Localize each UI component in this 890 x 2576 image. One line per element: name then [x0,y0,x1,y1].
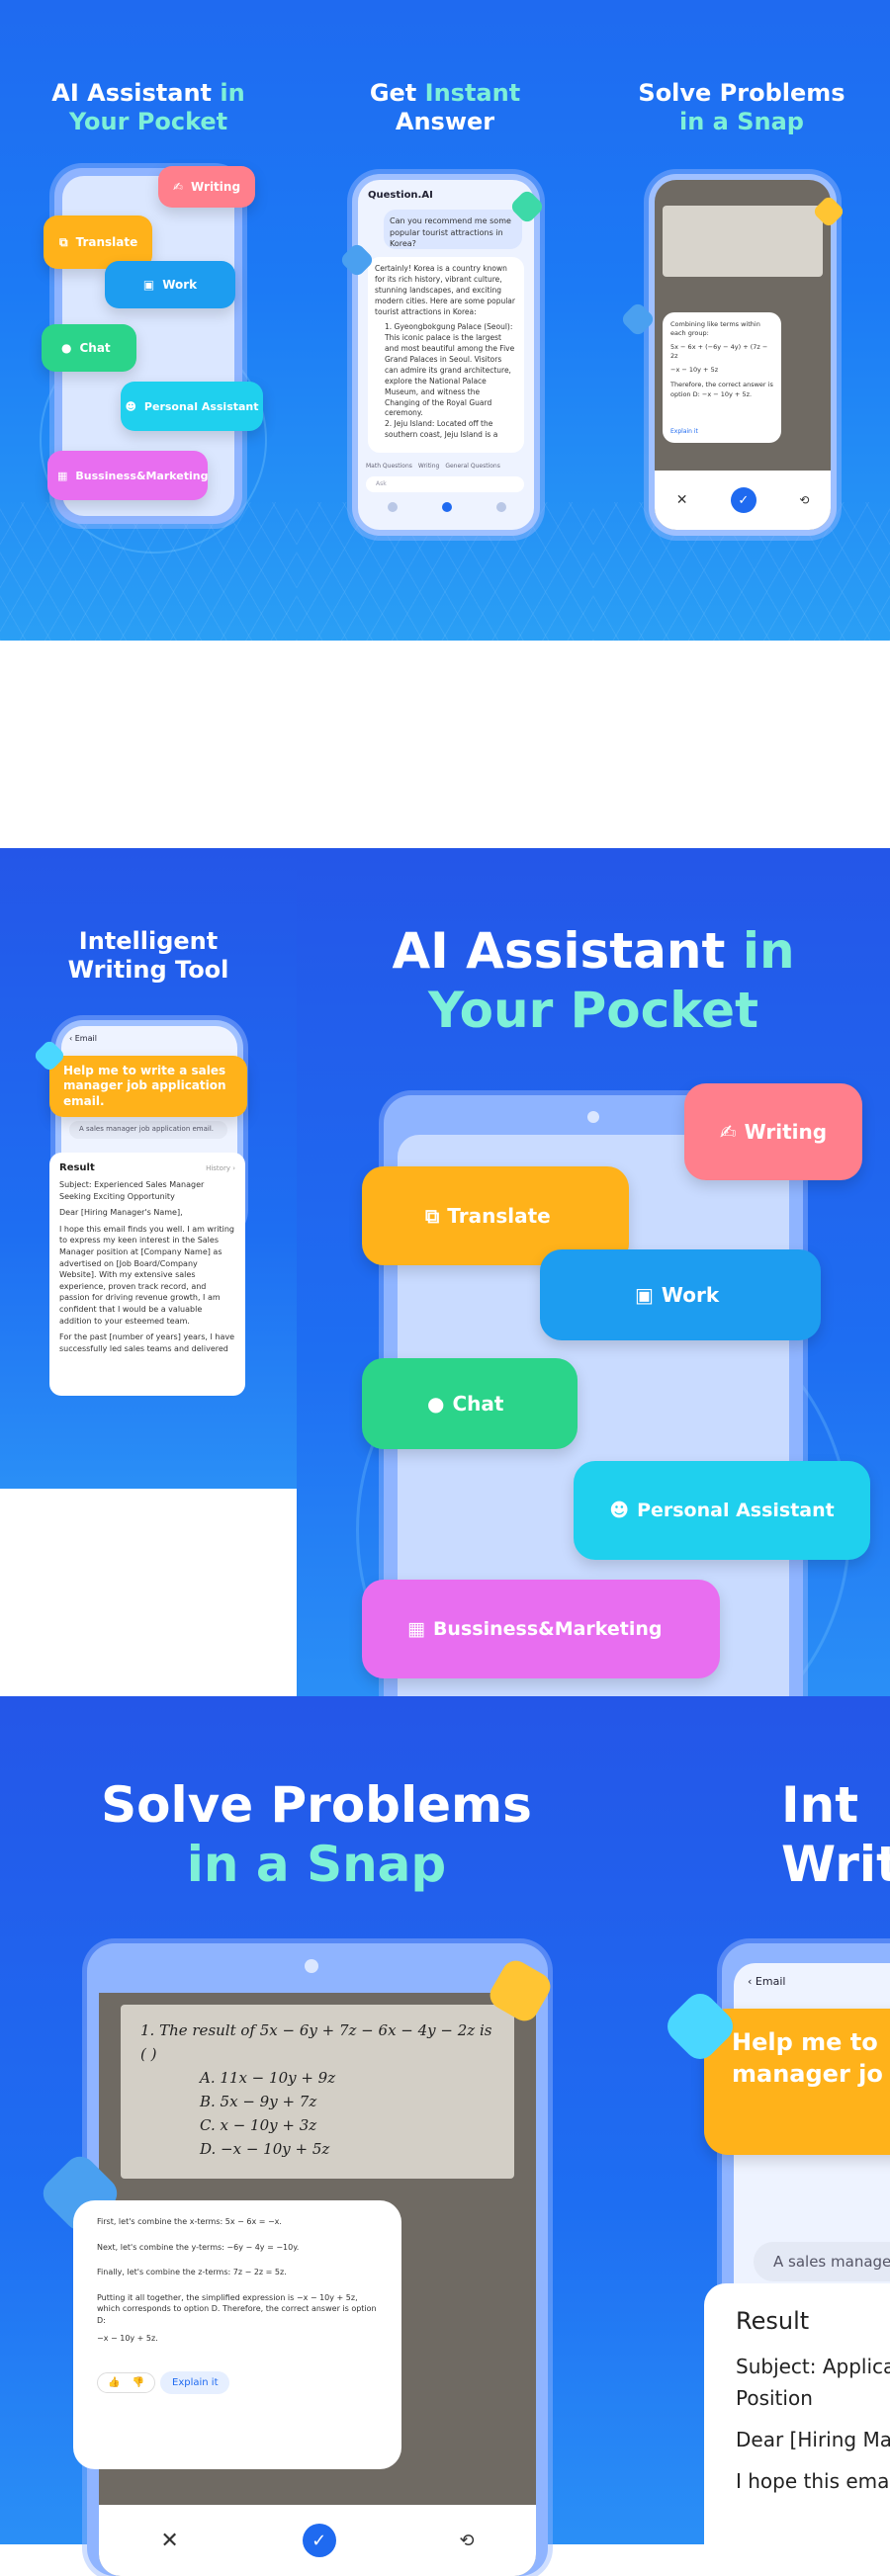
chart-icon: ▦ [407,1618,425,1640]
back-link[interactable]: ‹ Email [748,1975,785,1988]
explain-button[interactable]: Explain it [670,428,698,435]
prompt-input[interactable]: A sales manager job application email. [69,1121,227,1139]
panel-writing-large: Int Writ ‹ Email A sales manager Help me … [633,1696,890,2544]
camera-dot [305,1959,318,1973]
pen-icon: ✍ [172,180,183,194]
panel-writing-tool: Intelligent Writing Tool ‹ Email A sales … [0,848,297,1489]
panel-title: Solve Problems in a Snap [101,1776,532,1893]
translate-icon: ⧉ [59,234,68,249]
prompt-input[interactable]: A sales manager [754,2242,890,2281]
bottom-nav [388,502,506,512]
history-link[interactable]: History › [206,1164,235,1172]
feedback-group: 👍 👎 [97,2372,155,2394]
people-icon: ☻ [609,1500,630,1521]
answer-bubble: Certainly! Korea is a country known for … [368,257,524,453]
question-bubble: Can you recommend me some popular touris… [384,210,522,249]
panel-instant-answer: Get Instant Answer Question.AI Can you r… [297,0,593,641]
nav-dot[interactable] [388,502,398,512]
homework-photo [663,206,823,277]
work-pill: ▣ Work [540,1249,821,1340]
panel-title: Intelligent Writing Tool [67,927,229,984]
homework-photo: 1. The result of 5x − 6y + 7z − 6x − 4y … [121,2005,514,2179]
translate-icon: ⧉ [425,1204,440,1228]
camera-toolbar: ✕ ✓ ⟲ [99,2505,536,2576]
chart-icon: ▦ [57,469,68,482]
thumbs-down-icon[interactable]: 👎 [132,2377,143,2388]
tab-writing[interactable]: Writing [418,463,439,470]
close-icon[interactable]: ✕ [676,492,688,508]
result-heading: Result [59,1162,95,1173]
panel-ai-assistant-large: AI Assistant in Your Pocket ✍ Writing ⧉ Tr… [297,848,890,1777]
writing-pill: ✍ Writing [158,166,255,208]
ask-input[interactable]: Ask [366,476,524,492]
camera-toolbar: ✕ ✓ ⟲ [655,471,831,530]
explain-button[interactable]: Explain it [160,2371,230,2395]
panel-solve-large: Solve Problems in a Snap 1. The result of… [0,1696,633,2576]
rotate-icon[interactable]: ⟲ [799,493,809,507]
solution-card: Combining like terms within each group: … [663,312,781,443]
assistant-pill: ☻ Personal Assistant [574,1461,870,1560]
panel-ai-assistant: AI Assistant in Your Pocket ✍ Writing ⧉ Tr… [0,0,297,641]
result-heading: Result [736,2307,810,2335]
nav-dot[interactable] [496,502,506,512]
phone-mockup: Combining like terms within each group: … [649,174,837,536]
briefcase-icon: ▣ [635,1283,654,1307]
chat-pill: ● Chat [362,1358,578,1449]
close-icon[interactable]: ✕ [160,2529,178,2553]
camera-dot [587,1111,599,1123]
panel-title: AI Assistant in Your Pocket [392,922,795,1039]
writing-pill: ✍ Writing [684,1083,862,1180]
work-pill: ▣ Work [105,261,235,308]
panel-title: Solve Problems in a Snap [638,79,846,135]
solution-card: First, let's combine the x-terms: 5x − 6… [73,2200,401,2469]
business-pill: ▦ Bussiness&Marketing [47,451,208,500]
assistant-pill: ☻ Personal Assistant [121,382,263,431]
back-link[interactable]: ‹ Email [69,1034,97,1043]
result-card: Result History › Subject: Experienced Sa… [49,1153,245,1396]
rotate-icon[interactable]: ⟲ [459,2531,474,2551]
panel-title: Get Instant Answer [369,79,521,135]
chat-pill: ● Chat [42,324,136,372]
result-card: Result Subject: Applicat Position Dear [… [704,2283,890,2544]
category-tabs: Math Questions Writing General Questions [366,463,500,470]
phone-mockup: Question.AI Can you recommend me some po… [352,174,540,536]
briefcase-icon: ▣ [142,278,155,292]
tab-general[interactable]: General Questions [445,463,500,470]
chat-icon: ● [427,1392,445,1416]
prompt-bubble: Help me to write a sales manager job app… [49,1056,247,1117]
pen-icon: ✍ [719,1120,737,1144]
people-icon: ☻ [125,399,136,413]
thumbs-up-icon[interactable]: 👍 [108,2377,120,2388]
business-pill: ▦ Bussiness&Marketing [362,1580,720,1678]
panel-title: AI Assistant in Your Pocket [51,79,245,135]
confirm-check-icon[interactable]: ✓ [730,487,756,513]
confirm-check-icon[interactable]: ✓ [302,2524,336,2557]
nav-dot-active[interactable] [442,502,452,512]
app-title: Question.AI [368,190,433,201]
chat-icon: ● [61,341,72,355]
panel-solve-problems: Solve Problems in a Snap Combining like t… [593,0,890,641]
panel-title: Int Writ [781,1776,890,1893]
tab-math[interactable]: Math Questions [366,463,412,470]
